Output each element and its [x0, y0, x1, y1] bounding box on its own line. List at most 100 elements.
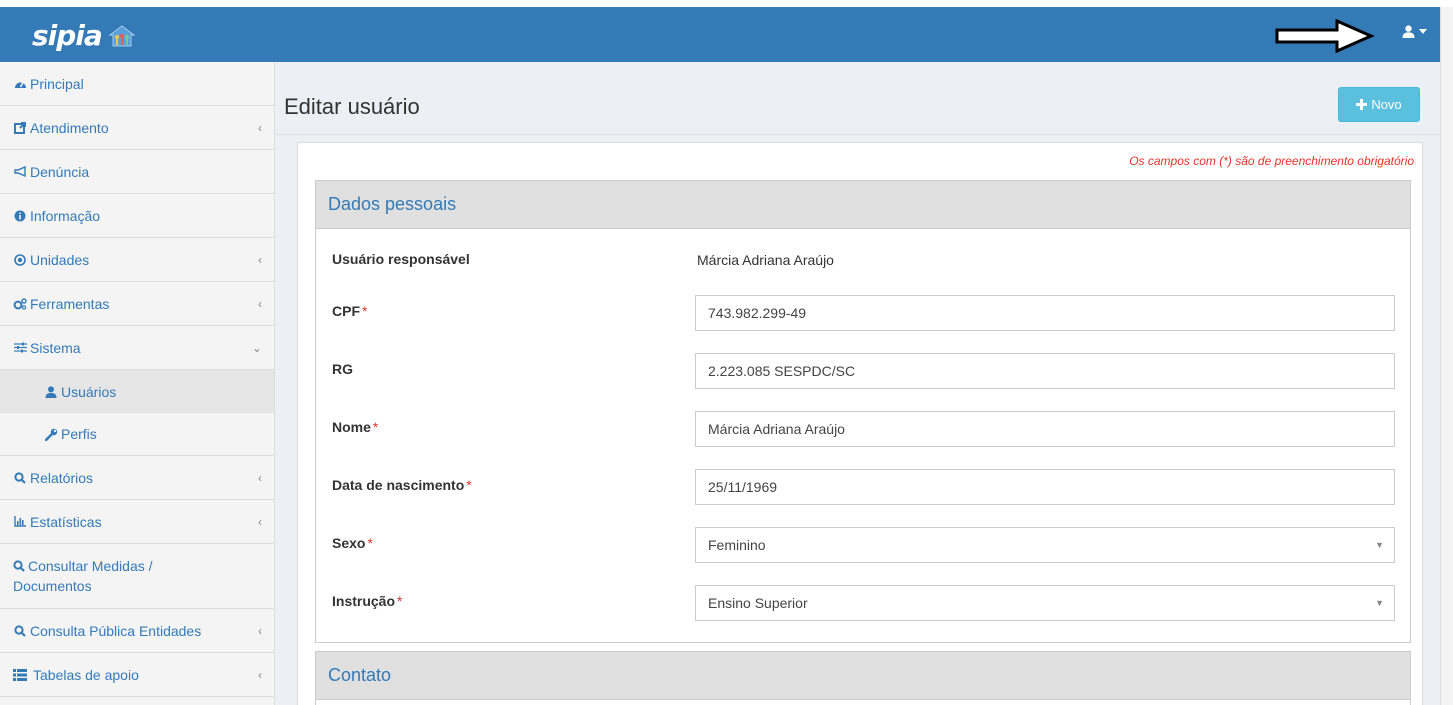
chevron-down-icon: ⌄ [251, 340, 262, 355]
sex-select-value: Feminino [708, 537, 766, 553]
divider [276, 134, 1440, 135]
field-label: Data de nascimento * [332, 477, 472, 493]
sidebar-item-label: Principal [30, 75, 84, 92]
sidebar-item-consulta-publica[interactable]: Consulta Pública Entidades ‹ [0, 609, 274, 653]
field-label: Usuário responsável [332, 251, 470, 267]
sex-row: Sexo * Feminino ▼ [332, 527, 1398, 563]
field-label: Sexo * [332, 535, 373, 551]
sidebar-item-label: Usuários [61, 383, 117, 400]
sex-select[interactable]: Feminino ▼ [695, 527, 1395, 563]
chevron-left-icon: ‹ [258, 667, 262, 682]
window-scrollbar[interactable] [1440, 7, 1453, 705]
education-select-value: Ensino Superior [708, 595, 808, 611]
required-marker: * [367, 535, 373, 551]
sidebar-item-label: Estatísticas [30, 513, 102, 530]
section-heading: Dados pessoais [316, 181, 1410, 229]
field-label-text: Sexo [332, 535, 366, 551]
search-icon [13, 624, 27, 638]
field-label: Nome * [332, 419, 378, 435]
sidebar-item-atendimento[interactable]: Atendimento ‹ [0, 106, 274, 150]
chevron-left-icon: ‹ [258, 514, 262, 529]
dot-circle-icon [13, 253, 27, 267]
sidebar-item-ferramentas[interactable]: Ferramentas ‹ [0, 282, 274, 326]
sidebar-item-sistema[interactable]: Sistema ⌄ [0, 326, 274, 370]
brand-name: sipia [32, 19, 103, 52]
required-fields-note: Os campos com (*) são de preenchimento o… [1129, 154, 1414, 168]
caret-down-icon: ▼ [1375, 598, 1384, 608]
main-content: Editar usuário Novo Os campos com (*) sã… [276, 62, 1440, 705]
sidebar-item-label: Perfis [61, 426, 97, 442]
bullhorn-icon [13, 165, 27, 179]
dashboard-icon [13, 77, 27, 91]
plus-icon [1356, 99, 1368, 110]
field-label: Instrução * [332, 593, 402, 609]
sidebar-item-usuarios[interactable]: Usuários [0, 370, 274, 413]
responsible-user-value: Márcia Adriana Araújo [697, 252, 834, 268]
search-icon [13, 471, 27, 485]
cpf-row: CPF * 743.982.299-49 [332, 295, 1398, 331]
name-field[interactable]: Márcia Adriana Araújo [695, 411, 1395, 447]
cogs-icon [13, 297, 27, 311]
bar-chart-icon [13, 515, 27, 529]
sidebar-item-label: Unidades [30, 251, 90, 268]
education-select[interactable]: Ensino Superior ▼ [695, 585, 1395, 621]
rg-row: RG 2.223.085 SESPDC/SC [332, 353, 1398, 389]
user-icon [1402, 25, 1415, 38]
sidebar-item-perfis[interactable]: Perfis [0, 413, 274, 456]
sidebar-item-label: Consulta Pública Entidades [30, 622, 202, 639]
chevron-left-icon: ‹ [258, 623, 262, 638]
sidebar-item-estatisticas[interactable]: Estatísticas ‹ [0, 500, 274, 544]
info-circle-icon [13, 209, 27, 223]
sidebar-item-tabelas-de-apoio[interactable]: Tabelas de apoio ‹ [0, 653, 274, 697]
wrench-icon [44, 427, 58, 441]
chevron-left-icon: ‹ [258, 120, 262, 135]
list-icon [13, 668, 27, 682]
sidebar-item-principal[interactable]: Principal [0, 62, 274, 106]
sidebar: Principal Atendimento ‹ Denúncia Informa… [0, 62, 275, 705]
sidebar-item-label: Consultar Medidas / Documentos [13, 556, 213, 596]
caret-down-icon [1419, 29, 1427, 34]
page-title: Editar usuário [284, 94, 420, 119]
required-marker: * [466, 477, 472, 493]
sidebar-item-denuncia[interactable]: Denúncia [0, 150, 274, 194]
education-row: Instrução * Ensino Superior ▼ [332, 585, 1398, 621]
field-label-text: Nome [332, 419, 371, 435]
brand-logo[interactable]: sipia [32, 21, 136, 51]
field-label-text: Instrução [332, 593, 396, 609]
sidebar-item-informacao[interactable]: Informação [0, 194, 274, 238]
section-heading: Contato [316, 652, 1410, 700]
sidebar-item-label: Denúncia [30, 163, 90, 180]
birthdate-row: Data de nascimento * 25/11/1969 [332, 469, 1398, 505]
name-row: Nome * Márcia Adriana Araújo [332, 411, 1398, 447]
field-label: RG [332, 361, 353, 377]
user-icon [44, 385, 58, 399]
required-marker: * [362, 303, 368, 319]
contact-section: Contato [315, 651, 1411, 705]
share-square-icon [13, 121, 27, 135]
sidebar-item-label: Ferramentas [30, 295, 110, 312]
field-label-text: CPF [332, 303, 360, 319]
new-button[interactable]: Novo [1338, 87, 1420, 122]
responsible-user-row: Usuário responsável Márcia Adriana Araúj… [332, 243, 1398, 277]
sidebar-item-consultar-medidas[interactable]: Consultar Medidas / Documentos [0, 544, 274, 609]
sidebar-item-text: Consultar Medidas / Documentos [13, 558, 153, 594]
sidebar-item-label: Sistema [30, 339, 81, 356]
sidebar-item-unidades[interactable]: Unidades ‹ [0, 238, 274, 282]
user-menu-toggle[interactable] [1402, 25, 1427, 38]
sidebar-item-label: Informação [30, 207, 101, 224]
personal-data-section: Dados pessoais Usuário responsável Márci… [315, 180, 1411, 643]
sliders-icon [13, 341, 27, 355]
house-logo-icon [108, 25, 136, 47]
sidebar-item-relatorios[interactable]: Relatórios ‹ [0, 456, 274, 500]
navbar-background: sipia [0, 7, 1440, 62]
chevron-left-icon: ‹ [258, 296, 262, 311]
arrow-right-annotation-icon [1275, 19, 1375, 53]
rg-field[interactable]: 2.223.085 SESPDC/SC [695, 353, 1395, 389]
search-icon [13, 560, 25, 572]
cpf-field[interactable]: 743.982.299-49 [695, 295, 1395, 331]
field-label: CPF * [332, 303, 367, 319]
required-marker: * [397, 593, 403, 609]
form-panel: Os campos com (*) são de preenchimento o… [297, 142, 1423, 705]
birthdate-field[interactable]: 25/11/1969 [695, 469, 1395, 505]
required-marker: * [372, 419, 379, 435]
